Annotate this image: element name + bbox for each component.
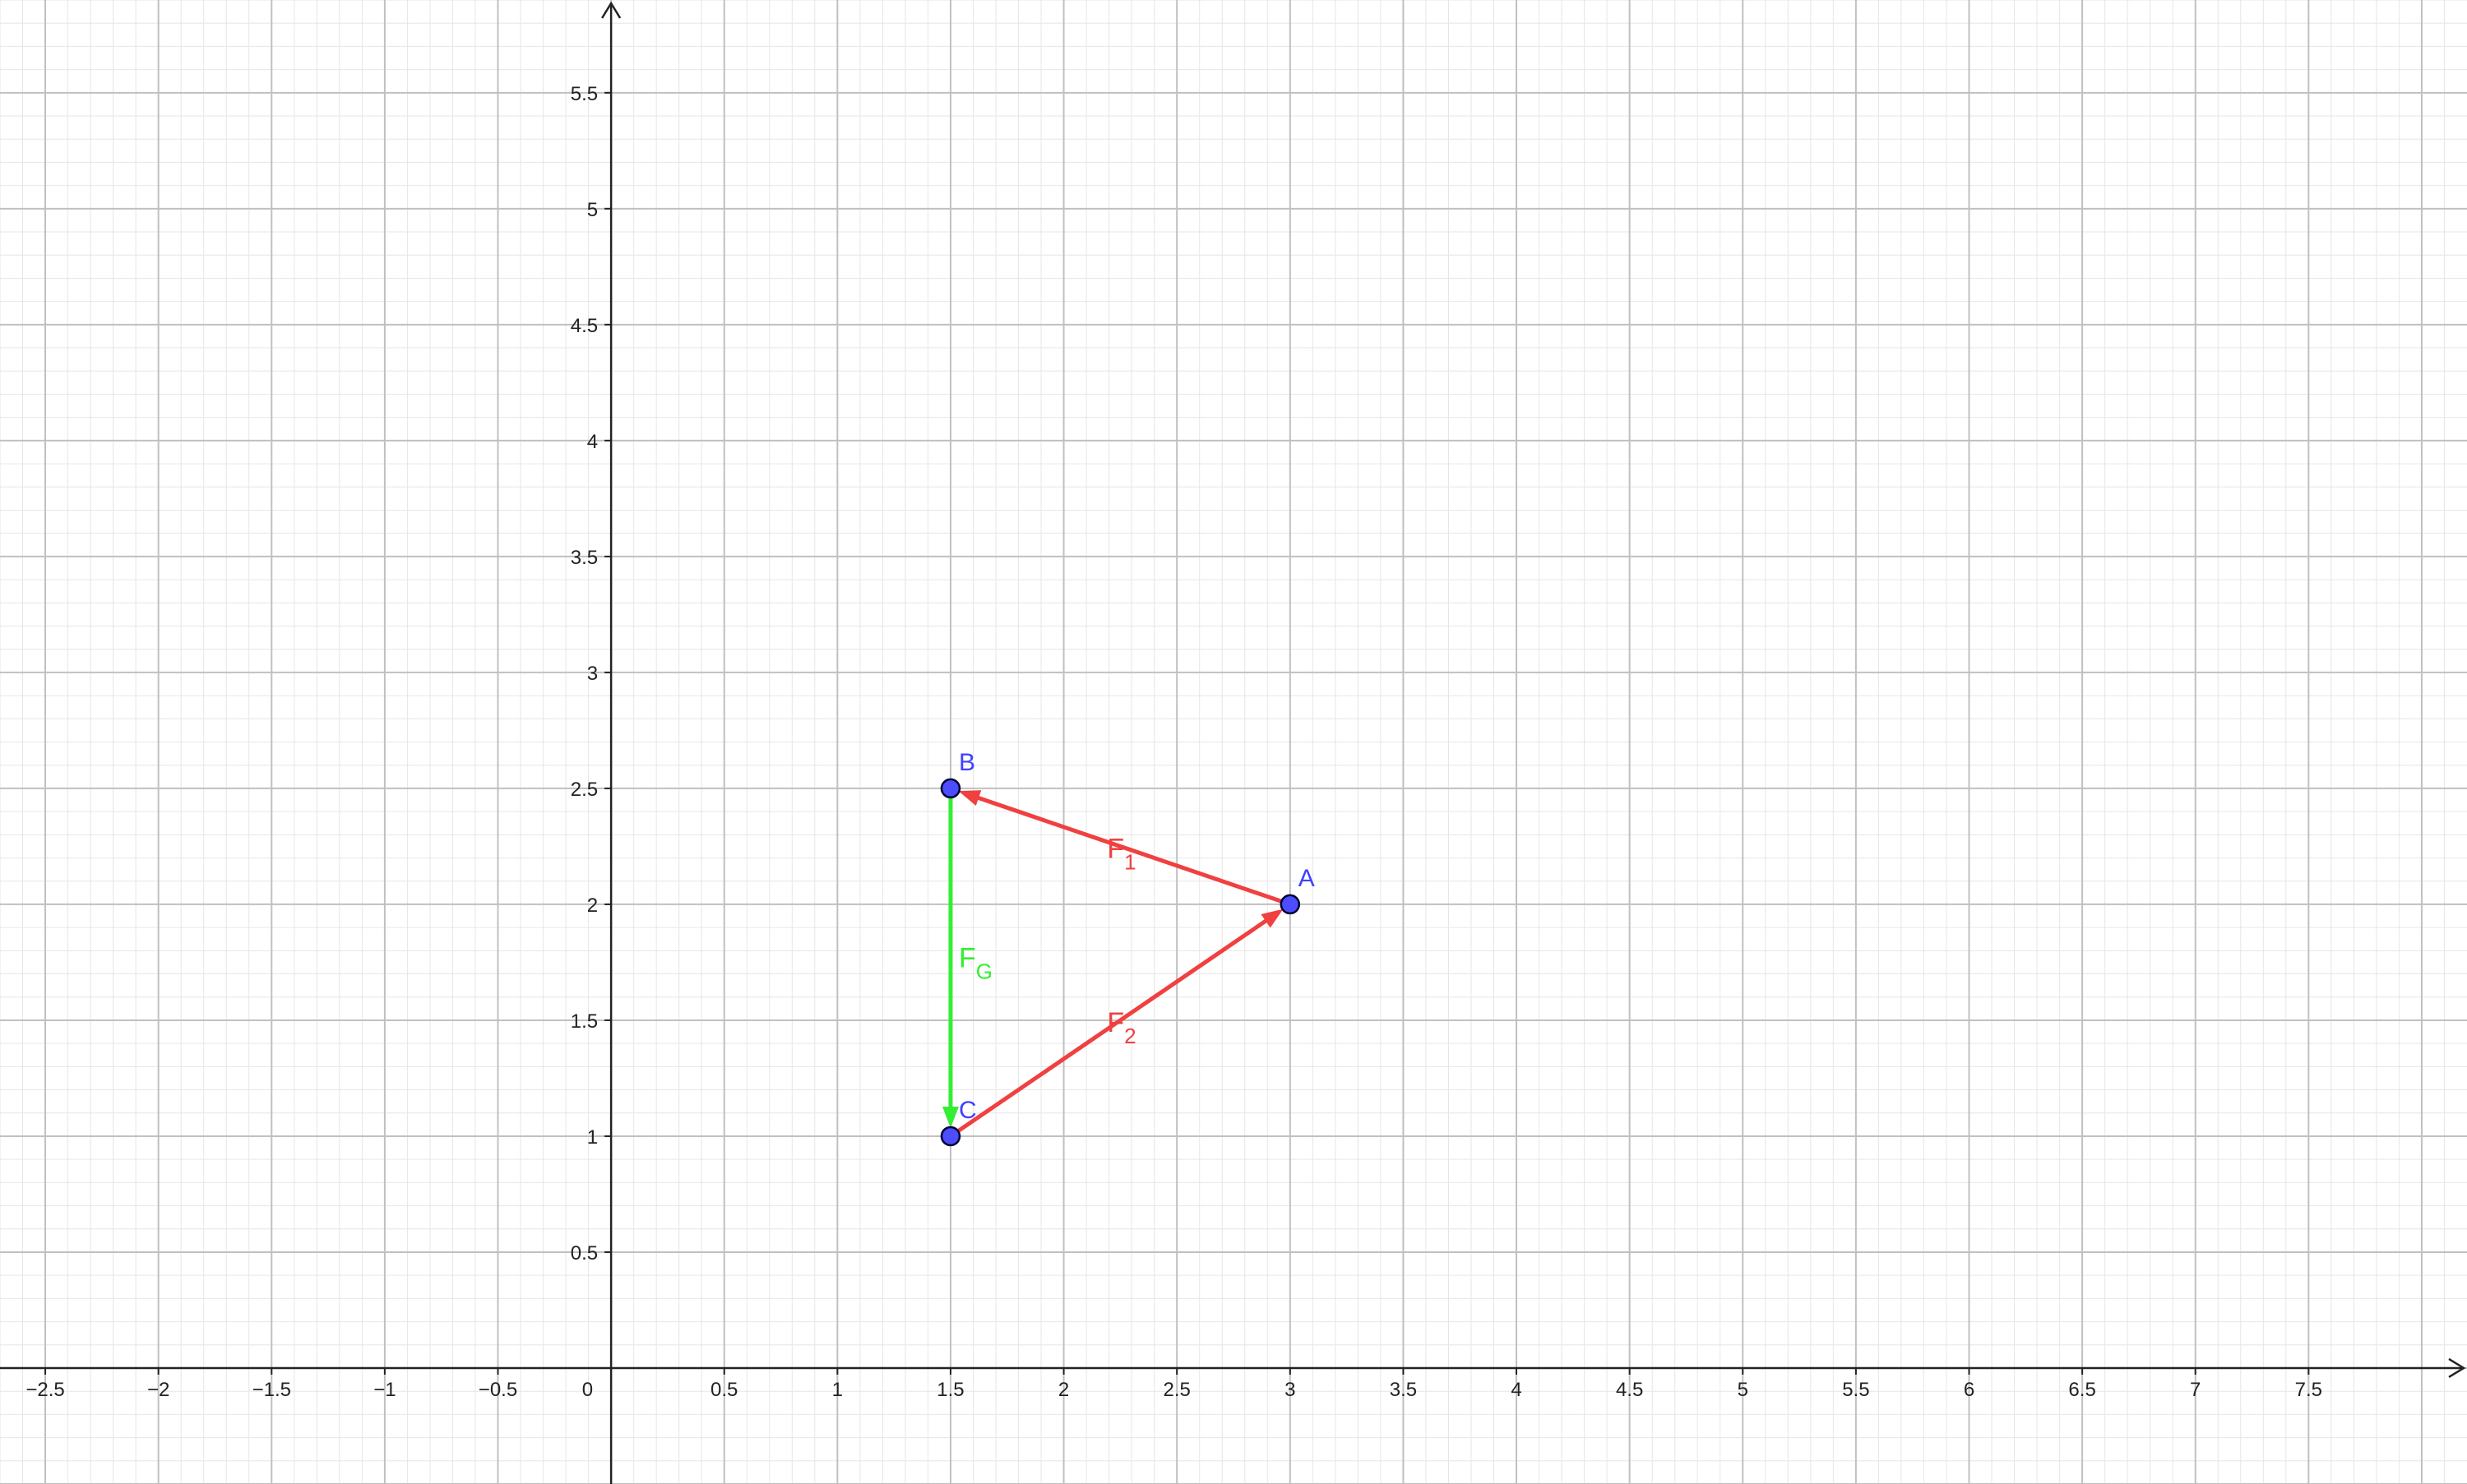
x-tick-label: 3 — [1284, 1379, 1295, 1401]
point-a-marker[interactable] — [1280, 894, 1301, 915]
x-tick-label: 6 — [1964, 1379, 1974, 1401]
y-tick-label: 1 — [587, 1126, 598, 1149]
x-tick-label: 5.5 — [1842, 1379, 1869, 1401]
x-tick-label: −1.5 — [252, 1379, 291, 1401]
x-tick-label: −2 — [147, 1379, 169, 1401]
point-c-label: C — [959, 1097, 977, 1124]
y-tick-label: 3 — [587, 663, 598, 685]
x-tick-label: −0.5 — [479, 1379, 517, 1401]
point-b-label: B — [959, 749, 975, 776]
y-tick-label: 5.5 — [571, 83, 598, 105]
y-tick-label: 2.5 — [571, 779, 598, 801]
x-tick-label: −2.5 — [25, 1379, 64, 1401]
point-a-label: A — [1298, 865, 1315, 892]
x-tick-label: 7.5 — [2295, 1379, 2322, 1401]
x-tick-label: 7 — [2190, 1379, 2201, 1401]
x-tick-label: 4.5 — [1616, 1379, 1643, 1401]
y-tick-label: 1.5 — [571, 1010, 598, 1033]
x-tick-label: 5 — [1738, 1379, 1748, 1401]
y-tick-label: 4 — [587, 431, 598, 453]
x-tick-label: 6.5 — [2068, 1379, 2095, 1401]
x-tick-label: 2 — [1058, 1379, 1069, 1401]
x-tick-label: 2.5 — [1164, 1379, 1191, 1401]
x-tick-label: 0.5 — [710, 1379, 738, 1401]
y-tick-label: 2 — [587, 895, 598, 917]
y-tick-label: 5 — [587, 199, 598, 221]
point-b-marker[interactable] — [940, 778, 961, 799]
x-tick-label: −1 — [373, 1379, 396, 1401]
y-tick-label: 4.5 — [571, 315, 598, 337]
x-tick-label: 3.5 — [1390, 1379, 1417, 1401]
y-tick-label: 3.5 — [571, 547, 598, 569]
y-tick-label: 0.5 — [571, 1242, 598, 1264]
origin-label: 0 — [582, 1379, 593, 1401]
point-c-marker[interactable] — [940, 1126, 961, 1147]
x-tick-label: 4 — [1511, 1379, 1521, 1401]
coordinate-plane[interactable]: −2.5 −2 −1.5 −1 −0.5 0.5 1 1.5 2 2.5 3 3.5 4 4.5 5 5.5 6… — [0, 0, 2467, 1484]
x-tick-label: 1.5 — [937, 1379, 964, 1401]
x-tick-label: 1 — [832, 1379, 843, 1401]
